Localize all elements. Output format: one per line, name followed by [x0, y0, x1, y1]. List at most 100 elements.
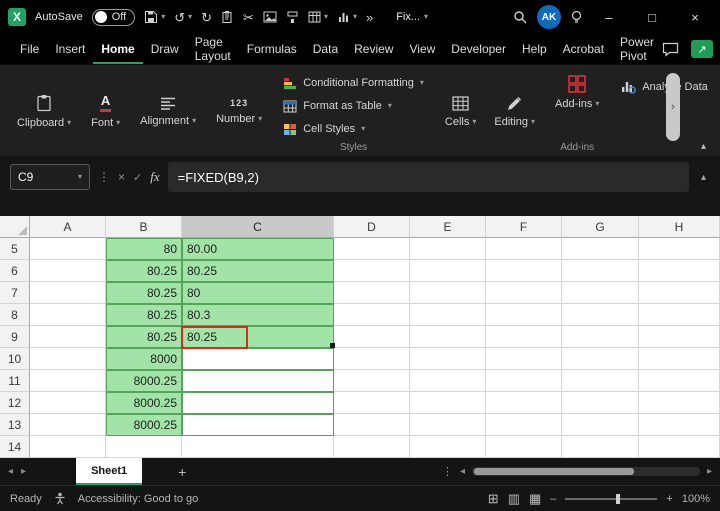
horizontal-scrollbar-thumb[interactable] — [474, 468, 634, 475]
addins-button[interactable]: Add-ins▾ — [555, 75, 599, 110]
column-header-d[interactable]: D — [334, 216, 410, 238]
row-header-12[interactable]: 12 — [0, 392, 30, 414]
column-header-b[interactable]: B — [106, 216, 182, 238]
cell-g9[interactable] — [562, 326, 639, 348]
menu-formulas[interactable]: Formulas — [239, 34, 305, 64]
minimize-button[interactable]: – — [592, 10, 626, 25]
row-header-5[interactable]: 5 — [0, 238, 30, 260]
zoom-slider-thumb[interactable] — [616, 494, 620, 504]
row-header-7[interactable]: 7 — [0, 282, 30, 304]
zoom-in-button[interactable]: + — [666, 493, 672, 505]
sheet-tab-sheet1[interactable]: Sheet1 — [76, 458, 142, 485]
scroll-right-icon[interactable]: ▸ — [707, 466, 712, 477]
cell-a8[interactable] — [30, 304, 106, 326]
cell-c6[interactable]: 80.25 — [182, 260, 334, 282]
formula-input[interactable]: =FIXED(B9,2) — [168, 162, 689, 192]
row-header-8[interactable]: 8 — [0, 304, 30, 326]
cell-h10[interactable] — [639, 348, 720, 370]
font-group-button[interactable]: A Font▾ — [82, 67, 129, 156]
page-layout-view-button[interactable]: ▥ — [508, 491, 520, 507]
cell-h11[interactable] — [639, 370, 720, 392]
cell-e5[interactable] — [410, 238, 486, 260]
cell-d5[interactable] — [334, 238, 410, 260]
cell-g7[interactable] — [562, 282, 639, 304]
tabbar-options-icon[interactable]: ⋮ — [442, 465, 453, 478]
menu-help[interactable]: Help — [514, 34, 555, 64]
share-button[interactable]: ↗ — [691, 40, 713, 58]
cell-e6[interactable] — [410, 260, 486, 282]
cell-a12[interactable] — [30, 392, 106, 414]
cell-a10[interactable] — [30, 348, 106, 370]
analyze-data-button[interactable]: Analyze Data — [620, 79, 707, 94]
cell-h8[interactable] — [639, 304, 720, 326]
table-tool-button[interactable]: ▾ — [308, 11, 328, 23]
cell-b8[interactable]: 80.25 — [106, 304, 182, 326]
cell-c8[interactable]: 80.3 — [182, 304, 334, 326]
next-sheet-icon[interactable]: ▸ — [21, 466, 26, 477]
cell-h13[interactable] — [639, 414, 720, 436]
previous-sheet-icon[interactable]: ◂ — [8, 466, 13, 477]
document-title[interactable]: Fix... ▾ — [396, 11, 428, 23]
cell-a5[interactable] — [30, 238, 106, 260]
menu-insert[interactable]: Insert — [47, 34, 93, 64]
cell-b14[interactable] — [106, 436, 182, 458]
maximize-button[interactable]: □ — [635, 10, 669, 25]
cell-a6[interactable] — [30, 260, 106, 282]
cell-a11[interactable] — [30, 370, 106, 392]
cell-d11[interactable] — [334, 370, 410, 392]
menu-acrobat[interactable]: Acrobat — [555, 34, 612, 64]
menu-developer[interactable]: Developer — [443, 34, 514, 64]
cell-h9[interactable] — [639, 326, 720, 348]
row-header-9[interactable]: 9 — [0, 326, 30, 348]
cell-d10[interactable] — [334, 348, 410, 370]
alignment-group-button[interactable]: Alignment▾ — [131, 67, 205, 156]
column-header-h[interactable]: H — [639, 216, 720, 238]
cell-f6[interactable] — [486, 260, 562, 282]
column-header-a[interactable]: A — [30, 216, 106, 238]
cell-d14[interactable] — [334, 436, 410, 458]
cell-c10[interactable] — [182, 348, 334, 370]
menu-view[interactable]: View — [401, 34, 443, 64]
collapse-ribbon-button[interactable]: ▴ — [701, 141, 706, 152]
lightbulb-icon[interactable] — [570, 10, 583, 25]
menu-power-pivot[interactable]: Power Pivot — [612, 34, 662, 64]
clipboard-group-button[interactable]: Clipboard▾ — [8, 67, 80, 156]
save-button[interactable]: ▾ — [144, 10, 165, 24]
redo-icon[interactable]: ↻ — [201, 11, 212, 24]
cell-b10[interactable]: 8000 — [106, 348, 182, 370]
comments-icon[interactable] — [662, 42, 679, 57]
page-break-view-button[interactable]: ▦ — [529, 491, 541, 507]
cell-f14[interactable] — [486, 436, 562, 458]
format-as-table-button[interactable]: Format as Table ▾ — [283, 96, 424, 116]
cell-d12[interactable] — [334, 392, 410, 414]
cell-e14[interactable] — [410, 436, 486, 458]
number-group-button[interactable]: 123 Number▾ — [207, 67, 271, 156]
column-header-g[interactable]: G — [562, 216, 639, 238]
cells-group-button[interactable]: Cells▾ — [436, 67, 485, 156]
cell-c11[interactable] — [182, 370, 334, 392]
cell-e13[interactable] — [410, 414, 486, 436]
picture-icon[interactable] — [263, 11, 277, 23]
cell-g12[interactable] — [562, 392, 639, 414]
cell-d9[interactable] — [334, 326, 410, 348]
normal-view-button[interactable]: ⊞ — [488, 491, 499, 507]
cell-h14[interactable] — [639, 436, 720, 458]
column-header-c[interactable]: C — [182, 216, 334, 238]
paste-icon[interactable] — [221, 10, 234, 24]
cell-g6[interactable] — [562, 260, 639, 282]
cell-d7[interactable] — [334, 282, 410, 304]
accessibility-status[interactable]: Accessibility: Good to go — [78, 493, 198, 505]
cell-h5[interactable] — [639, 238, 720, 260]
cell-f12[interactable] — [486, 392, 562, 414]
format-painter-icon[interactable] — [286, 11, 299, 24]
row-header-14[interactable]: 14 — [0, 436, 30, 458]
chart-tool-button[interactable]: ▾ — [337, 11, 357, 23]
cell-b11[interactable]: 8000.25 — [106, 370, 182, 392]
menu-home[interactable]: Home — [93, 34, 142, 64]
cell-h12[interactable] — [639, 392, 720, 414]
menu-page-layout[interactable]: Page Layout — [187, 34, 239, 64]
cell-c5[interactable]: 80.00 — [182, 238, 334, 260]
cell-c12[interactable] — [182, 392, 334, 414]
add-sheet-button[interactable]: + — [178, 464, 186, 480]
cell-g14[interactable] — [562, 436, 639, 458]
